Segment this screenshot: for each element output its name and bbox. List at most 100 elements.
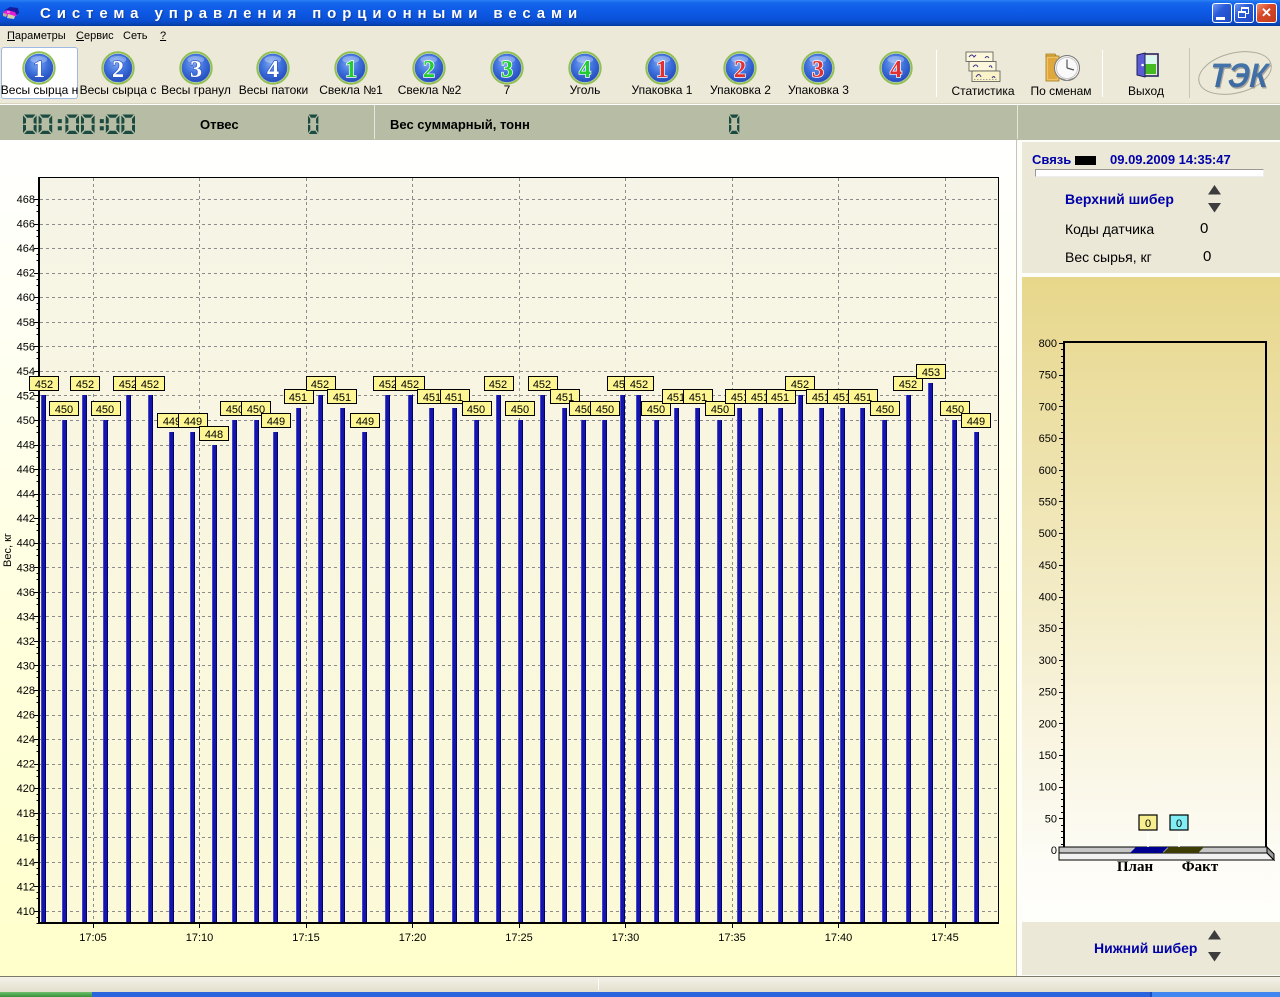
svg-text:ТЭК: ТЭК [1206,57,1272,95]
svg-text:2: 2 [423,57,435,83]
svg-text:452: 452 [35,379,53,391]
svg-text:451: 451 [689,392,707,404]
svg-text:3: 3 [812,57,824,83]
svg-text:17:30: 17:30 [612,932,640,944]
svg-text:446: 446 [17,464,35,476]
svg-text:450: 450 [467,404,485,416]
svg-text:468: 468 [17,194,35,206]
svg-text:Вес, кг: Вес, кг [2,533,14,567]
svg-text:414: 414 [17,857,35,869]
svg-text:430: 430 [17,661,35,673]
svg-text:436: 436 [17,587,35,599]
svg-text:550: 550 [1039,497,1057,509]
svg-text:452: 452 [630,379,648,391]
svg-text:450: 450 [876,404,894,416]
svg-text:451: 451 [333,392,351,404]
svg-text:400: 400 [1039,592,1057,604]
svg-text:50: 50 [1045,813,1057,825]
svg-text:План: План [1117,859,1154,875]
svg-text:0: 0 [1051,845,1057,857]
svg-text:500: 500 [1039,528,1057,540]
svg-text:100: 100 [1039,782,1057,794]
svg-text:4: 4 [890,57,902,83]
svg-text:451: 451 [771,392,789,404]
svg-text:600: 600 [1039,465,1057,477]
svg-text:150: 150 [1039,750,1057,762]
svg-text:700: 700 [1039,401,1057,413]
svg-text:450: 450 [711,404,729,416]
svg-text:464: 464 [17,243,35,255]
svg-text:449: 449 [267,416,285,428]
svg-text:450: 450 [596,404,614,416]
svg-text:17:45: 17:45 [931,932,959,944]
svg-text:451: 451 [667,392,685,404]
svg-text:450: 450 [511,404,529,416]
svg-text:444: 444 [17,489,35,501]
svg-text:462: 462 [17,268,35,280]
svg-text:424: 424 [17,734,35,746]
svg-text:Факт: Факт [1182,859,1219,875]
svg-text:4: 4 [579,57,591,83]
svg-text:452: 452 [119,379,137,391]
svg-text:17:10: 17:10 [186,932,214,944]
svg-text:4: 4 [267,57,279,83]
svg-text:17:25: 17:25 [505,932,533,944]
svg-text:3: 3 [501,57,513,83]
svg-text:1: 1 [33,57,45,83]
svg-text:17:20: 17:20 [399,932,427,944]
svg-text:452: 452 [401,379,419,391]
svg-text:452: 452 [311,379,329,391]
svg-text:428: 428 [17,685,35,697]
svg-text:448: 448 [17,440,35,452]
svg-text:452: 452 [899,379,917,391]
svg-text:452: 452 [379,379,397,391]
svg-text:250: 250 [1039,687,1057,699]
svg-text:410: 410 [17,906,35,918]
svg-text:420: 420 [17,783,35,795]
svg-text:450: 450 [96,404,114,416]
svg-text:451: 451 [445,392,463,404]
svg-text:450: 450 [647,404,665,416]
svg-text:650: 650 [1039,433,1057,445]
svg-text:448: 448 [205,429,223,441]
svg-text:750: 750 [1039,370,1057,382]
svg-text:453: 453 [922,367,940,379]
svg-text:438: 438 [17,562,35,574]
svg-text:412: 412 [17,882,35,894]
svg-text:460: 460 [17,292,35,304]
svg-text:458: 458 [17,317,35,329]
svg-text:1: 1 [656,57,668,83]
svg-text:422: 422 [17,759,35,771]
svg-text:416: 416 [17,832,35,844]
svg-text:1: 1 [345,57,357,83]
svg-text:0: 0 [1145,818,1151,830]
svg-text:17:15: 17:15 [292,932,320,944]
svg-text:442: 442 [17,513,35,525]
svg-text:451: 451 [854,392,872,404]
svg-text:440: 440 [17,538,35,550]
svg-text:17:05: 17:05 [79,932,107,944]
svg-text:434: 434 [17,611,35,623]
svg-text:418: 418 [17,808,35,820]
svg-text:300: 300 [1039,655,1057,667]
svg-text:450: 450 [1039,560,1057,572]
svg-text:449: 449 [967,416,985,428]
svg-text:350: 350 [1039,623,1057,635]
svg-text:426: 426 [17,710,35,722]
svg-text:3: 3 [190,57,202,83]
svg-text:200: 200 [1039,718,1057,730]
svg-text:466: 466 [17,219,35,231]
svg-text:452: 452 [141,379,159,391]
svg-text:452: 452 [489,379,507,391]
svg-text:17:40: 17:40 [825,932,853,944]
svg-text:800: 800 [1039,338,1057,350]
svg-text:432: 432 [17,636,35,648]
svg-text:451: 451 [289,392,307,404]
svg-text:17:35: 17:35 [718,932,746,944]
svg-text:0: 0 [1176,818,1182,830]
svg-text:450: 450 [55,404,73,416]
svg-text:452: 452 [76,379,94,391]
svg-text:452: 452 [533,379,551,391]
svg-text:449: 449 [356,416,374,428]
svg-text:451: 451 [423,392,441,404]
